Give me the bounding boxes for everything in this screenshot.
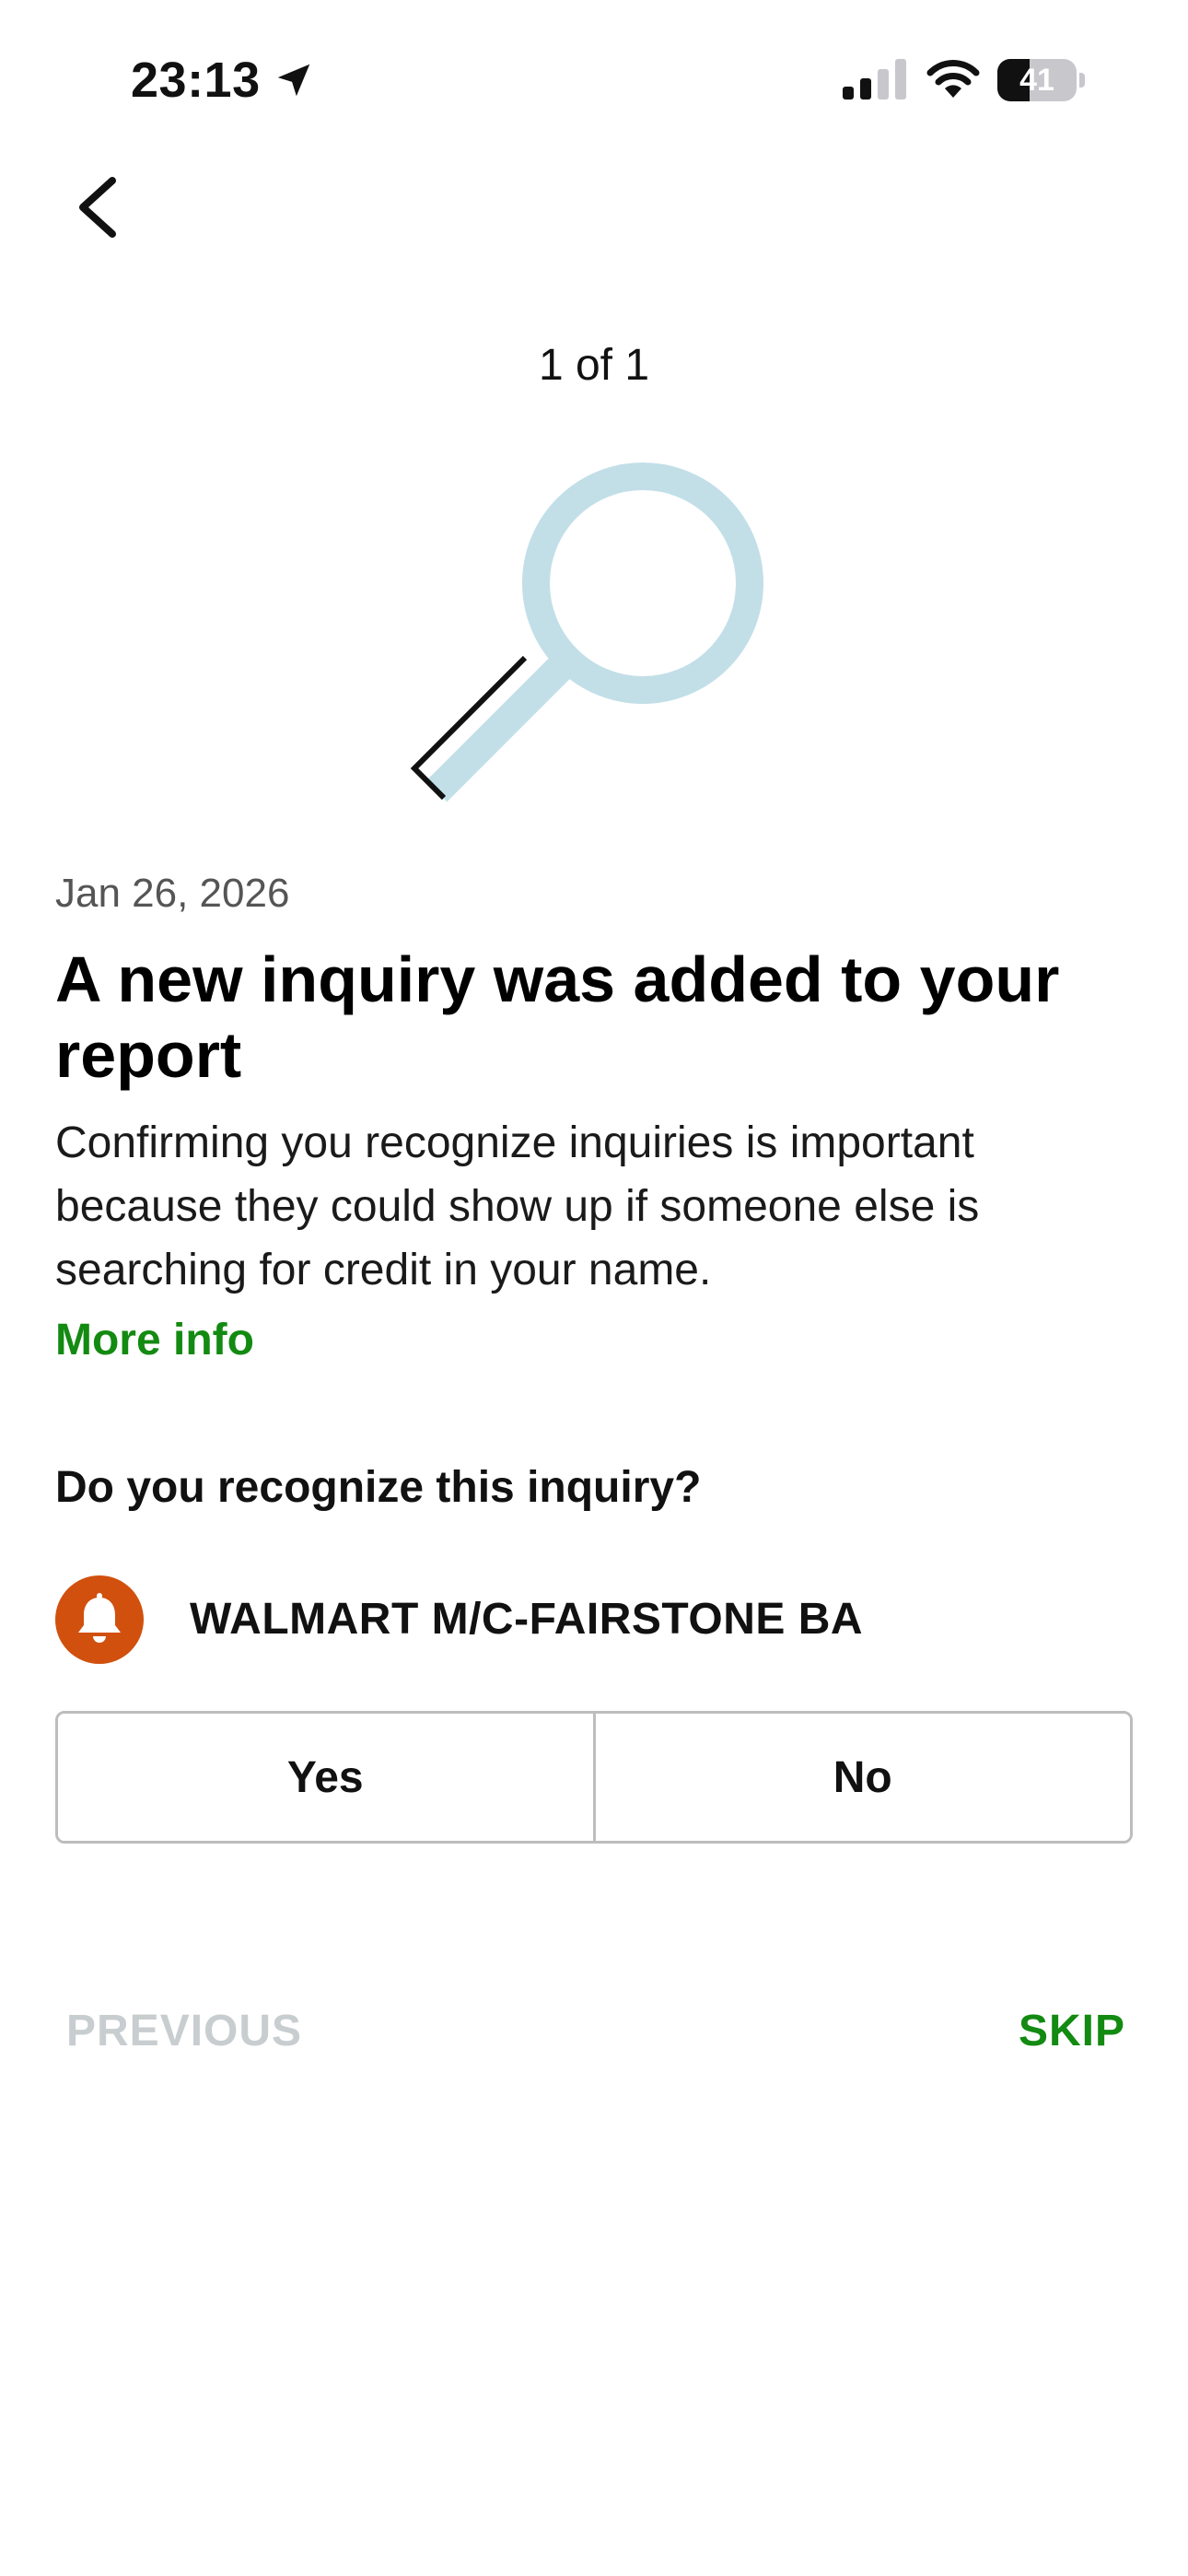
status-bar: 23:13 41 (0, 0, 1188, 161)
yes-button[interactable]: Yes (58, 1714, 593, 1841)
footer-nav: PREVIOUS SKIP (66, 1999, 1125, 2064)
recognize-choice-group: Yes No (55, 1711, 1133, 1844)
cellular-signal-icon (843, 59, 906, 100)
wifi-icon (926, 60, 980, 98)
location-arrow-icon (277, 64, 310, 97)
magnifying-glass-icon (410, 463, 763, 802)
inquiry-content: Jan 26, 2026 A new inquiry was added to … (55, 866, 1133, 1517)
previous-button[interactable]: PREVIOUS (66, 1999, 302, 2064)
battery-icon: 41 (997, 59, 1086, 101)
page-title: A new inquiry was added to your report (55, 943, 1060, 1091)
status-time: 23:13 (131, 53, 261, 108)
bell-icon (55, 1575, 144, 1664)
battery-level: 41 (1019, 63, 1054, 98)
inquiry-date: Jan 26, 2026 (55, 871, 290, 916)
recognize-question: Do you recognize this inquiry? (55, 1463, 702, 1512)
inquiry-description: Confirming you recognize inquiries is im… (55, 1118, 980, 1294)
back-button[interactable] (55, 166, 138, 249)
pager-indicator: 1 of 1 (538, 341, 650, 390)
more-info-link[interactable]: More info (55, 1311, 254, 1370)
no-button[interactable]: No (595, 1714, 1130, 1841)
chevron-left-icon (79, 177, 116, 238)
skip-button[interactable]: SKIP (1019, 1999, 1125, 2064)
inquiry-creditor-row: WALMART M/C-FAIRSTONE BA (55, 1574, 1133, 1666)
creditor-name: WALMART M/C-FAIRSTONE BA (190, 1595, 864, 1644)
